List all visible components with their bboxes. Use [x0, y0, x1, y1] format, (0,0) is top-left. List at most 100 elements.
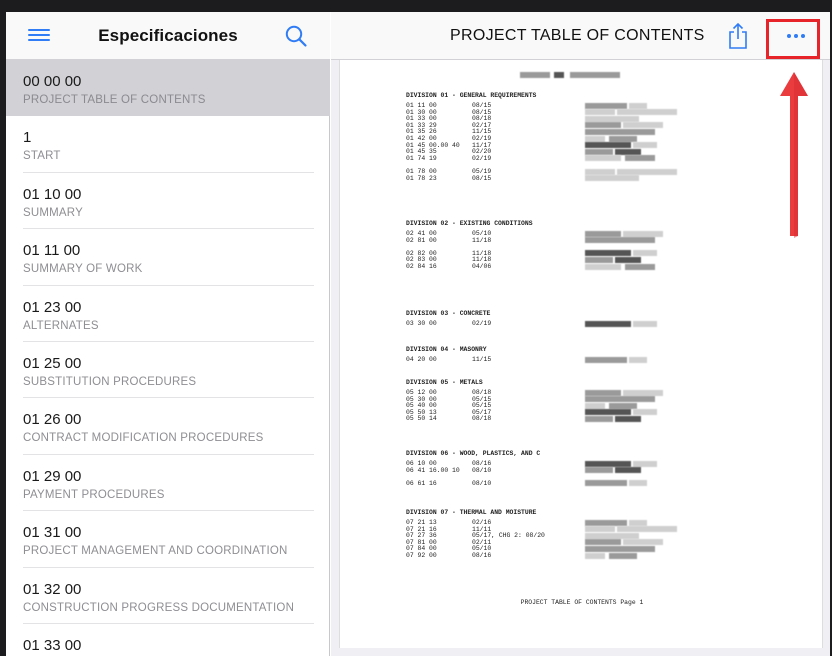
list-item[interactable]: 01 11 00 SUMMARY OF WORK — [6, 229, 330, 286]
toc-row: 02 81 00 11/18 — [406, 237, 491, 244]
spec-list: 00 00 00 PROJECT TABLE OF CONTENTS 1 Start 0… — [6, 60, 330, 656]
toc-row: 06 61 16 08/10 — [406, 480, 491, 487]
sidebar-title: Especificaciones — [98, 26, 238, 45]
redacted-text — [615, 256, 641, 263]
redacted-text — [585, 230, 621, 237]
document-viewer: PROJECT TABLE OF CONTENTS DIVISION 01 - … — [331, 12, 830, 656]
spec-number: 01 32 00 — [23, 580, 82, 598]
section-date: 02/19 — [472, 320, 492, 327]
redacted-text — [585, 356, 627, 363]
redacted-text — [585, 128, 655, 135]
spec-number: 01 26 00 — [23, 411, 82, 429]
section-date: 02/19 — [472, 154, 492, 162]
list-item[interactable]: 1 Start — [6, 116, 330, 174]
redacted-text — [615, 467, 641, 474]
section-date: 11/18 — [472, 236, 492, 244]
list-item[interactable]: 01 32 00 CONSTRUCTION PROGRESS DOCUMENTAT… — [6, 568, 330, 625]
section-date: 08/16 — [472, 552, 492, 559]
share-icon[interactable] — [727, 22, 749, 50]
redacted-text — [585, 256, 613, 263]
toc-row: 02 84 16 04/06 — [406, 263, 491, 270]
redacted-text — [585, 250, 631, 257]
list-item[interactable]: 01 26 00 CONTRACT MODIFICATION PROCEDURES — [6, 398, 330, 456]
spec-title: PROJECT TABLE OF CONTENTS — [23, 94, 206, 106]
sidebar-header: Especificaciones — [6, 12, 330, 60]
redacted-text — [585, 168, 615, 175]
redacted-text — [617, 526, 677, 533]
spec-number: 01 23 00 — [23, 298, 82, 316]
redacted-text — [615, 148, 641, 155]
redacted-text — [623, 230, 663, 237]
redacted-text — [615, 415, 641, 422]
annotation-highlight-box — [766, 19, 820, 59]
spec-number: 01 11 00 — [23, 242, 81, 260]
spec-title: CONSTRUCTION PROGRESS DOCUMENTATION — [23, 601, 295, 614]
redacted-text — [585, 122, 621, 129]
redacted-text — [585, 102, 627, 109]
redacted-text — [585, 142, 631, 149]
section-date: 08/10 — [472, 479, 492, 487]
redacted-text — [585, 396, 655, 403]
spec-title: ALTERNATES — [23, 319, 99, 332]
spec-number: 01 25 00 — [23, 354, 82, 372]
redacted-text — [585, 460, 631, 467]
redacted-text — [633, 142, 657, 149]
list-item[interactable]: 01 29 00 PAYMENT PROCEDURES — [6, 455, 330, 512]
division-heading: DIVISION 07 - THERMAL AND MOISTURE — [406, 509, 537, 516]
redacted-text — [617, 168, 677, 175]
spec-sidebar: Especificaciones 00 00 00 PROJECT TABLE O… — [6, 12, 330, 656]
redacted-text — [585, 526, 615, 533]
toc-row: 07 92 00 08/16 — [406, 552, 491, 559]
annotation-arrow-icon — [780, 72, 808, 238]
redacted-text — [633, 250, 657, 257]
section-number: 05 50 14 — [406, 415, 437, 423]
redacted-text — [585, 389, 621, 396]
redacted-text — [629, 519, 647, 526]
redacted-text — [625, 263, 655, 270]
section-date: 04/06 — [472, 263, 492, 270]
list-item[interactable]: 00 00 00 PROJECT TABLE OF CONTENTS — [6, 60, 330, 117]
spec-number: 01 29 00 — [23, 467, 82, 485]
redacted-text — [585, 115, 639, 122]
section-date: 08/10 — [472, 466, 492, 474]
spec-title: PAYMENT PROCEDURES — [23, 488, 165, 501]
spec-title: SUMMARY OF WORK — [23, 263, 143, 276]
section-number: 04 20 00 — [406, 356, 437, 363]
list-item[interactable]: 01 31 00 PROJECT MANAGEMENT AND COORDINAT… — [6, 511, 330, 568]
section-date: 11/15 — [472, 356, 492, 363]
search-icon[interactable] — [284, 24, 308, 48]
section-number: 07 92 00 — [406, 552, 437, 559]
redacted-text — [585, 415, 613, 422]
redacted-text — [623, 539, 663, 546]
toc-row: 04 20 00 11/15 — [406, 356, 491, 363]
redacted-text — [585, 148, 613, 155]
toc-row: 05 50 14 08/18 — [406, 415, 491, 422]
redacted-text — [585, 539, 621, 546]
redacted-text — [585, 237, 655, 244]
division-heading: DIVISION 01 - GENERAL REQUIREMENTS — [406, 92, 537, 99]
spec-title: Start — [23, 150, 61, 163]
list-item[interactable]: 01 23 00 ALTERNATES — [6, 286, 330, 343]
section-date: 08/15 — [472, 174, 492, 182]
pdf-page[interactable]: DIVISION 01 - GENERAL REQUIREMENTS 01 11 … — [339, 60, 823, 648]
redacted-text — [609, 135, 637, 142]
app-window: Especificaciones 00 00 00 PROJECT TABLE O… — [6, 12, 830, 656]
list-item[interactable]: 01 10 00 SUMMARY — [6, 173, 330, 230]
list-item[interactable]: 01 33 00 — [6, 624, 330, 656]
spec-title: PROJECT MANAGEMENT AND COORDINATION — [23, 545, 288, 558]
redacted-text — [585, 320, 631, 327]
page-footer: PROJECT TABLE OF CONTENTS Page 1 — [520, 599, 644, 606]
redacted-text — [585, 480, 627, 487]
section-number: 06 41 16.00 10 — [406, 466, 460, 474]
redacted-text — [585, 109, 615, 116]
spec-title: CONTRACT MODIFICATION PROCEDURES — [23, 432, 264, 445]
section-number: 01 74 19 — [406, 154, 437, 162]
section-number: 06 61 16 — [406, 479, 437, 487]
list-item[interactable]: 01 25 00 SUBSTITUTION PROCEDURES — [6, 342, 330, 399]
toc-row: 01 78 23 08/15 — [406, 175, 491, 182]
redacted-text — [585, 532, 639, 539]
spec-title: SUMMARY — [23, 206, 83, 219]
redacted-text — [585, 467, 613, 474]
redacted-text — [625, 155, 655, 162]
redacted-text — [623, 122, 663, 129]
